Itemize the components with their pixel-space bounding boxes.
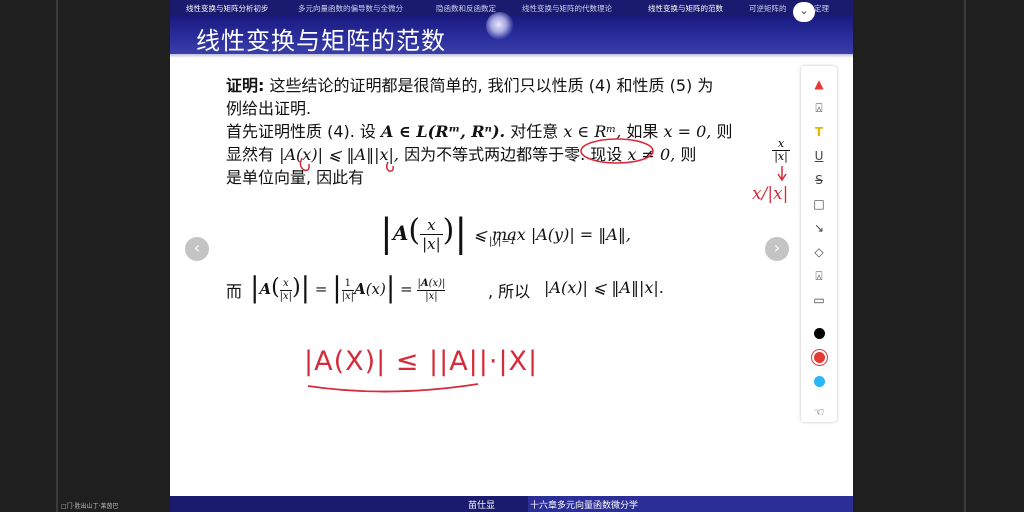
right-panel (853, 0, 1024, 512)
text-icon[interactable]: T (811, 124, 827, 140)
eraser-icon[interactable]: ◇ (811, 244, 827, 260)
ink-underline (307, 383, 479, 393)
strikethrough-icon[interactable]: S (811, 172, 827, 188)
arrow-icon[interactable]: ↘ (811, 220, 827, 236)
ink-arrow (777, 166, 787, 182)
pen-icon[interactable]: ▲ (811, 76, 827, 92)
ink-circle (580, 138, 654, 164)
handwritten-side-note: x/|x| (752, 184, 789, 204)
ink-mark-2 (385, 161, 394, 172)
hand-icon[interactable]: ☜ (811, 404, 827, 420)
handwritten-note: |A(X)| ≤ ||A||·|X| (304, 346, 539, 377)
right-edge (964, 0, 966, 512)
color-black[interactable] (814, 328, 825, 339)
rectangle-icon[interactable]: □ (811, 196, 827, 212)
ink-mark-1 (299, 157, 310, 172)
left-edge (56, 0, 58, 512)
highlighter-icon[interactable]: ⍓ (811, 100, 827, 116)
color-blue[interactable] (814, 376, 825, 387)
slide: 线性变换与矩阵分析初步 多元向量函数的偏导数与全微分 隐函数和反函数定 线性变换… (170, 0, 853, 512)
footer-course: 十六章多元向量函数微分学 (530, 501, 639, 511)
footer-author: 苗仕显 (468, 501, 496, 511)
comment-icon[interactable]: ▭ (811, 292, 827, 308)
chevron-down-icon[interactable]: ⌄ (793, 2, 815, 22)
prev-slide-button[interactable]: ‹ (185, 237, 209, 261)
color-red[interactable] (814, 352, 825, 363)
underline-icon[interactable]: U (811, 148, 827, 164)
left-caption: □门·胜出山丁·莱茵巴 (61, 503, 119, 510)
footer: 苗仕显 十六章多元向量函数微分学 (170, 496, 853, 512)
left-panel (0, 0, 170, 512)
marker-icon[interactable]: ⍓ (811, 268, 827, 284)
ink-annotations (299, 138, 787, 393)
next-slide-button[interactable]: › (765, 237, 789, 261)
annotation-toolbar: ▲ ⍓ T U S □ ↘ ◇ ⍓ ▭ ☜ (801, 66, 837, 422)
